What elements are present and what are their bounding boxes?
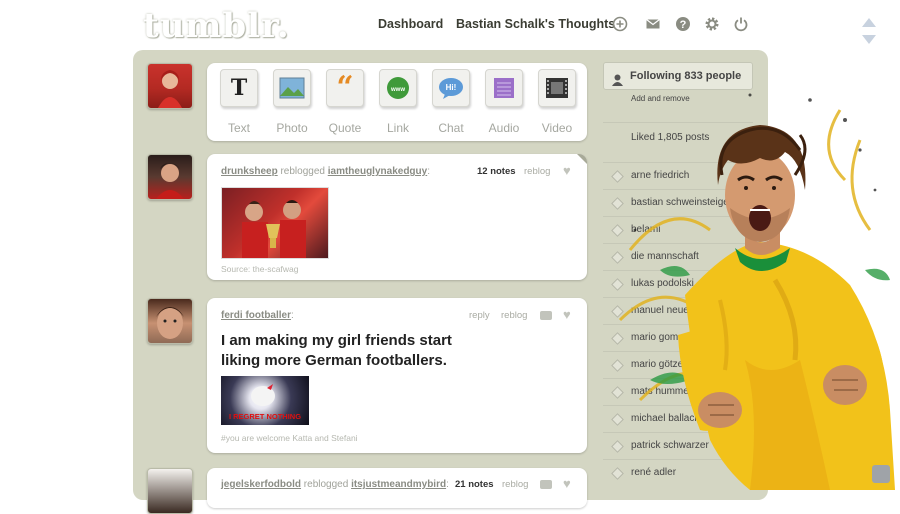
post-source[interactable]: Source: the-scafwag — [221, 264, 298, 274]
post-photo[interactable] — [221, 187, 329, 259]
post-type-quote[interactable]: “ Quote — [323, 69, 367, 135]
post-photo[interactable]: I REGRET NOTHING — [221, 376, 309, 425]
post-author-link[interactable]: drunksheep — [221, 166, 278, 177]
post-type-bar: T Text Photo “ Quote www Link Hi! Chat A… — [207, 63, 587, 141]
arrow-down-icon[interactable] — [862, 35, 876, 44]
dog-ear-corner — [577, 154, 587, 164]
post-type-label: Audio — [488, 121, 520, 135]
post-type-label: Photo — [276, 121, 308, 135]
post-source-link[interactable]: itsjustmeandmybird — [351, 479, 446, 490]
chat-icon: Hi! — [432, 69, 470, 107]
post-card: jegelskerfodbold reblogged itsjustmeandm… — [207, 468, 587, 508]
help-icon[interactable]: ? — [675, 16, 691, 32]
avatar[interactable] — [147, 298, 193, 344]
reply-button[interactable]: reply — [469, 310, 490, 321]
photo-icon — [273, 69, 311, 107]
link-icon: www — [379, 69, 417, 107]
like-heart-icon[interactable]: ♥ — [563, 476, 571, 491]
image-caption: I REGRET NOTHING — [228, 412, 302, 421]
post-type-audio[interactable]: Audio — [482, 69, 526, 135]
avatar[interactable] — [147, 63, 193, 109]
post-type-text[interactable]: T Text — [217, 69, 261, 135]
post-type-label: Link — [386, 121, 409, 135]
gear-icon[interactable] — [704, 16, 720, 32]
like-heart-icon[interactable]: ♥ — [563, 163, 571, 178]
quote-icon: “ — [326, 69, 364, 107]
post-type-label: Video — [541, 121, 573, 135]
post-type-label: Text — [227, 121, 250, 135]
video-icon — [538, 69, 576, 107]
post-type-video[interactable]: Video — [535, 69, 579, 135]
post-author-link[interactable]: jegelskerfodbold — [221, 479, 301, 490]
post-verb: reblogged — [303, 479, 349, 490]
post-author-link[interactable]: ferdi footballer — [221, 310, 291, 321]
audio-icon — [485, 69, 523, 107]
svg-text:www: www — [390, 87, 405, 93]
tumblr-logo[interactable]: tumblr. — [143, 6, 290, 46]
post-type-photo[interactable]: Photo — [270, 69, 314, 135]
camera-icon[interactable] — [540, 480, 552, 489]
arrow-up-icon[interactable] — [862, 18, 876, 27]
post-type-link[interactable]: www Link — [376, 69, 420, 135]
post-text: I am making my girl friends start liking… — [221, 332, 452, 369]
svg-text:Hi!: Hi! — [446, 83, 457, 92]
scroll-arrows[interactable] — [862, 18, 876, 44]
post-attribution: drunksheep reblogged iamtheuglynakedguy: — [221, 166, 430, 177]
camera-icon[interactable] — [540, 311, 552, 320]
like-heart-icon[interactable]: ♥ — [563, 307, 571, 322]
avatar[interactable] — [147, 468, 193, 514]
football-player-illustration — [618, 93, 895, 490]
mail-icon[interactable] — [645, 16, 661, 32]
svg-text:?: ? — [680, 19, 687, 31]
notes-count[interactable]: 21 notes — [455, 479, 494, 490]
post-attribution: ferdi footballer: — [221, 310, 294, 321]
notes-count[interactable]: 12 notes — [477, 166, 516, 177]
post-tags[interactable]: #you are welcome Katta and Stefani — [221, 433, 358, 443]
post-source-link[interactable]: iamtheuglynakedguy — [328, 166, 427, 177]
nav-dashboard[interactable]: Dashboard — [378, 17, 443, 31]
reblog-button[interactable]: reblog — [502, 479, 528, 490]
reblog-button[interactable]: reblog — [501, 310, 527, 321]
post-type-chat[interactable]: Hi! Chat — [429, 69, 473, 135]
post-attribution: jegelskerfodbold reblogged itsjustmeandm… — [221, 479, 449, 490]
power-icon[interactable] — [733, 16, 749, 32]
post-type-label: Quote — [328, 121, 362, 135]
post-card: drunksheep reblogged iamtheuglynakedguy:… — [207, 154, 587, 280]
scroll-to-top-icon[interactable] — [872, 465, 890, 483]
plus-circle-icon[interactable] — [612, 16, 628, 32]
post-verb: reblogged — [280, 166, 325, 177]
post-card: ferdi footballer: reply reblog ♥ I am ma… — [207, 298, 587, 453]
reblog-button[interactable]: reblog — [524, 166, 550, 177]
text-icon: T — [220, 69, 258, 107]
nav-blog-title[interactable]: Bastian Schalk's Thoughts — [456, 17, 615, 31]
post-type-label: Chat — [438, 121, 464, 135]
avatar[interactable] — [147, 154, 193, 200]
